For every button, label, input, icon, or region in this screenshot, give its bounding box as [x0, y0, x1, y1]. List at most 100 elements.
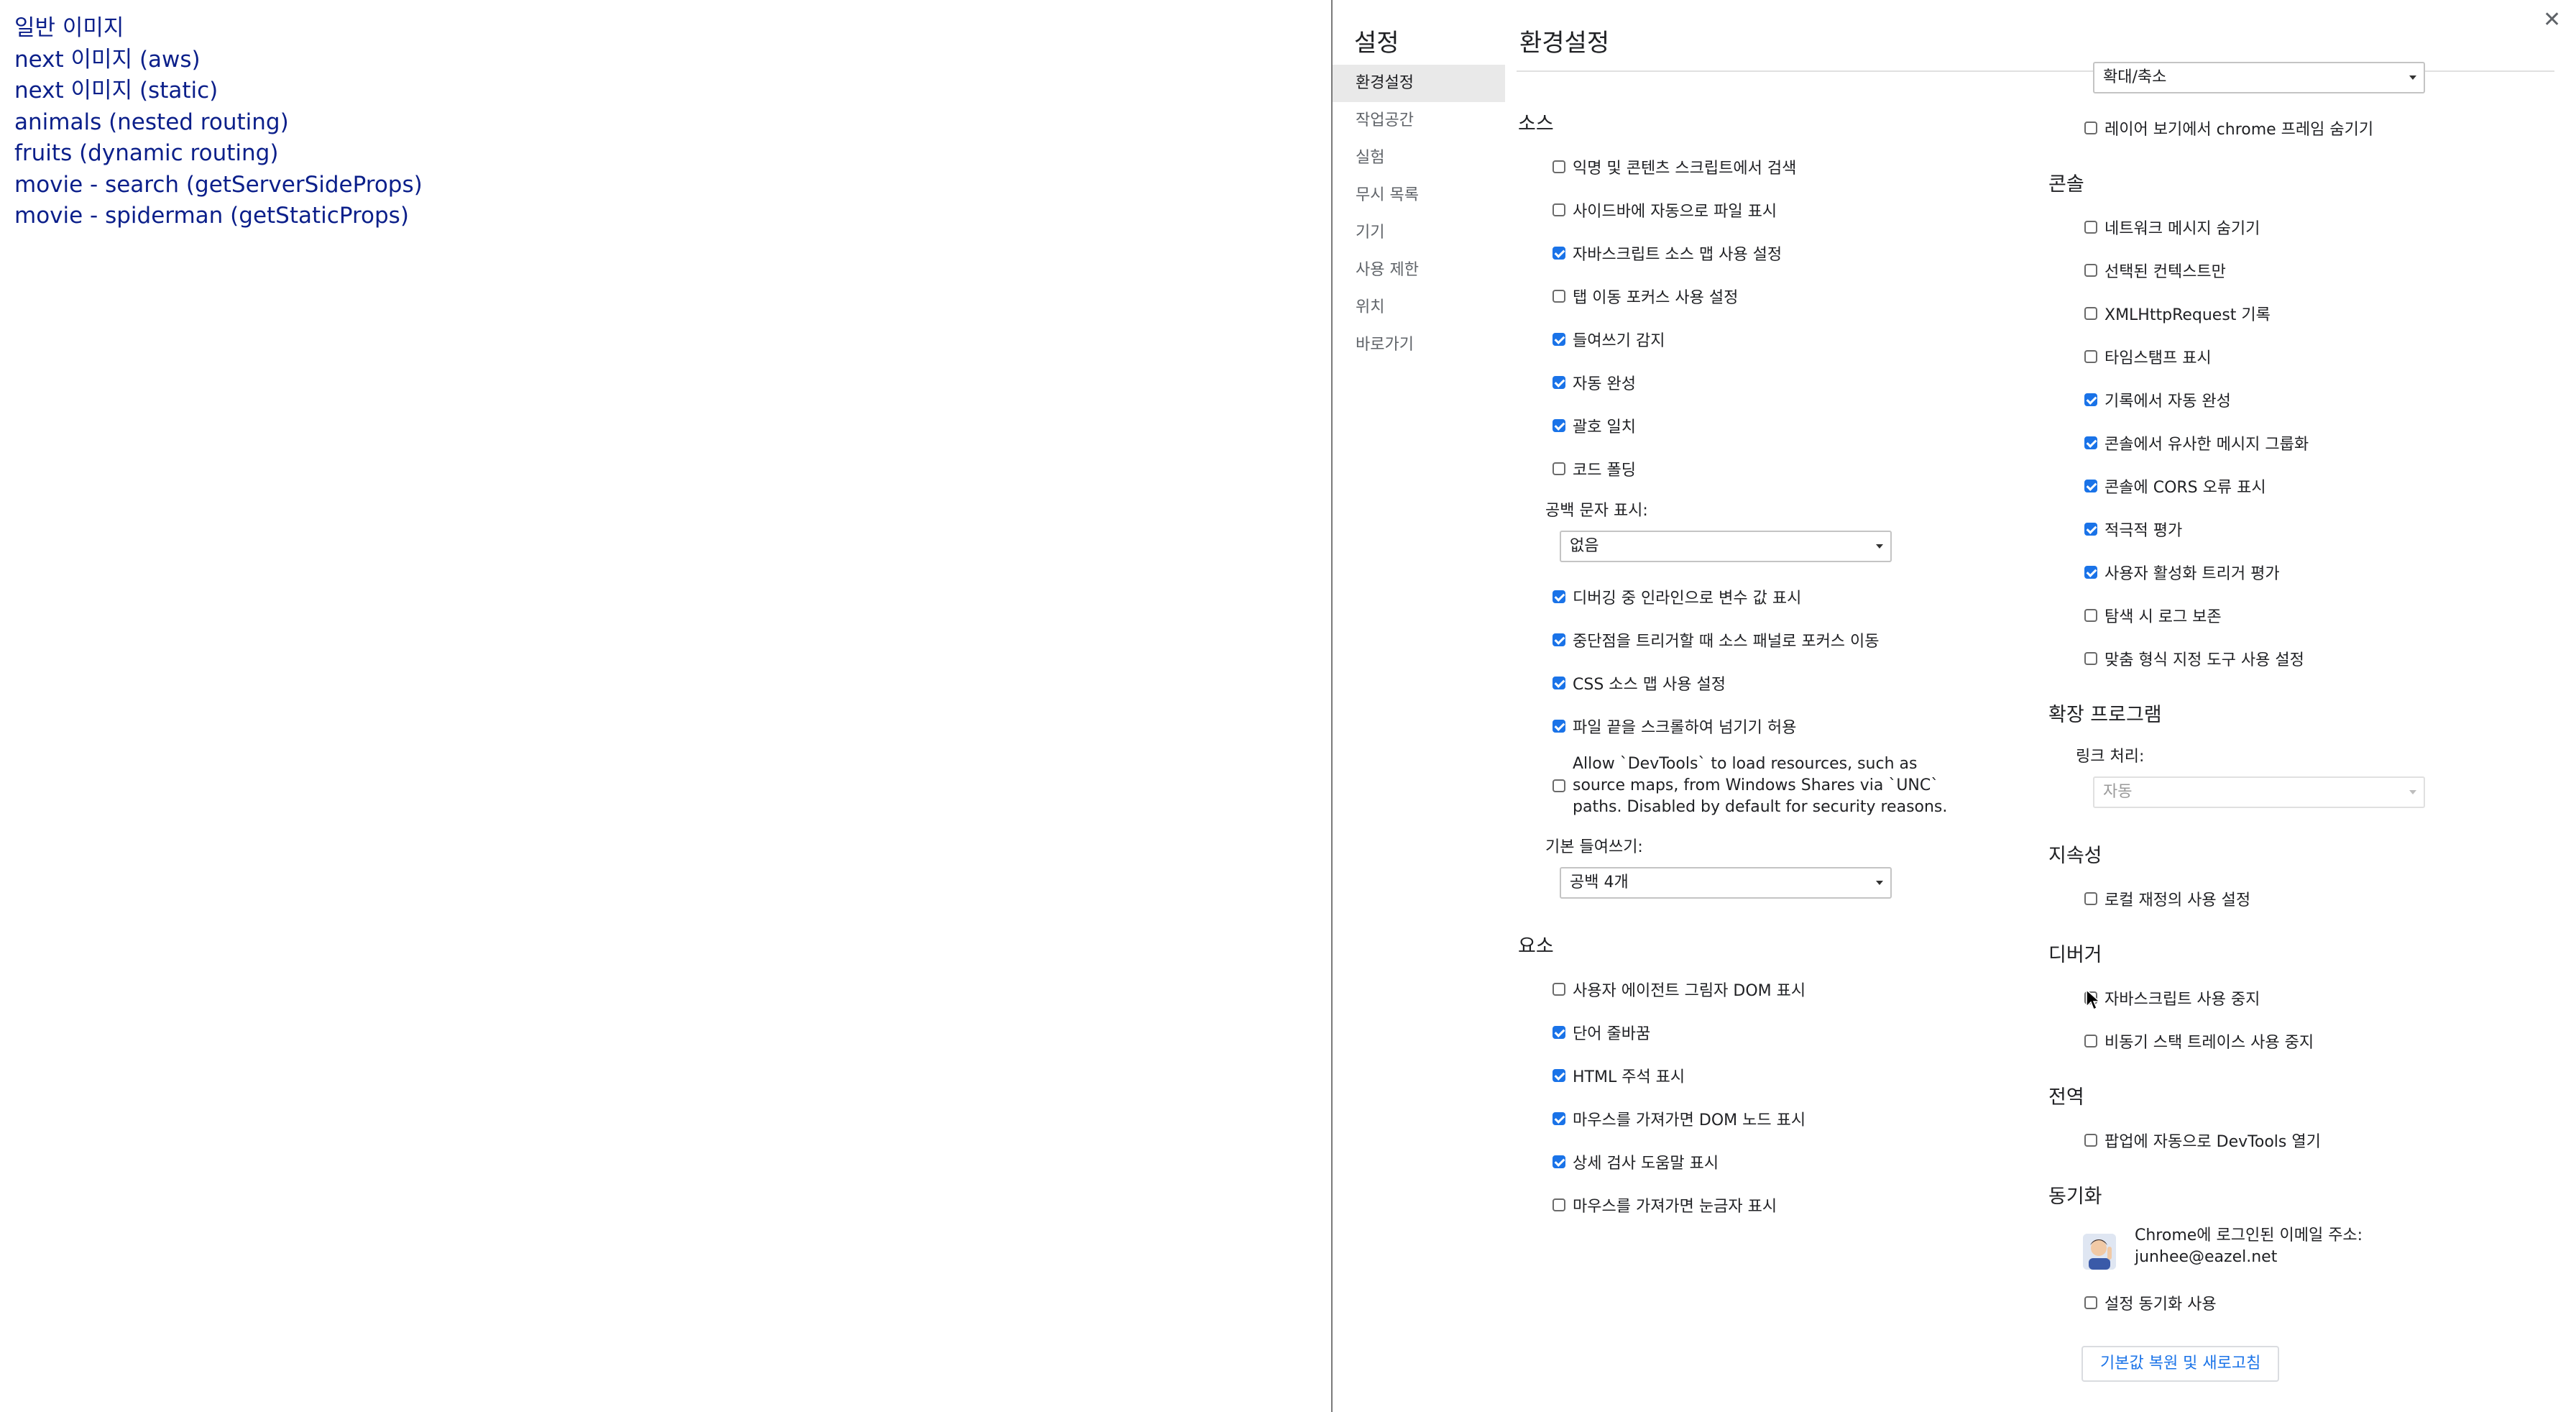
checkbox[interactable] [2084, 436, 2097, 449]
checkbox[interactable] [2084, 609, 2097, 622]
checkbox[interactable] [2084, 892, 2097, 905]
checkbox[interactable] [2084, 122, 2097, 134]
checkbox[interactable] [2084, 1296, 2097, 1309]
section-title-persistence: 지속성 [2048, 845, 2102, 867]
option-detect-indentation[interactable]: 들여쓰기 감지 [1552, 328, 1665, 351]
checkbox[interactable] [1552, 1198, 1565, 1211]
option-custom-formatters[interactable]: 맞춤 형식 지정 도구 사용 설정 [2084, 647, 2304, 670]
avatar [2083, 1234, 2116, 1270]
nav-item-shortcuts[interactable]: 바로가기 [1333, 326, 1505, 364]
option-hide-chrome-frame[interactable]: 레이어 보기에서 chrome 프레임 숨기기 [2084, 116, 2373, 139]
chevron-down-icon [1876, 881, 1883, 885]
checkbox[interactable] [1552, 160, 1565, 173]
checkbox[interactable] [1552, 1112, 1565, 1125]
option-show-timestamps[interactable]: 타임스탬프 표시 [2084, 345, 2212, 368]
checkbox[interactable] [2084, 523, 2097, 536]
option-auto-open-devtools-popups[interactable]: 팝업에 자동으로 DevTools 열기 [2084, 1129, 2321, 1152]
nav-item-ignore-list[interactable]: 무시 목록 [1333, 177, 1505, 214]
page-link-list: 일반 이미지 next 이미지 (aws) next 이미지 (static) … [14, 13, 423, 232]
option-search-anonymous-scripts[interactable]: 익명 및 콘텐츠 스크립트에서 검색 [1552, 155, 1796, 178]
option-selected-context-only[interactable]: 선택된 컨텍스트만 [2084, 259, 2226, 282]
option-hide-network-messages[interactable]: 네트워크 메시지 숨기기 [2084, 216, 2260, 239]
checkbox[interactable] [1552, 1069, 1565, 1082]
link-fruits[interactable]: fruits (dynamic routing) [14, 138, 423, 170]
checkbox[interactable] [1552, 677, 1565, 689]
option-eager-evaluation[interactable]: 적극적 평가 [2084, 518, 2182, 541]
checkbox[interactable] [2084, 264, 2097, 277]
checkbox[interactable] [1552, 247, 1565, 260]
close-icon[interactable]: ✕ [2543, 6, 2561, 35]
link-next-image-aws[interactable]: next 이미지 (aws) [14, 45, 423, 76]
checkbox[interactable] [1552, 419, 1565, 432]
whitespace-select[interactable]: 없음 [1560, 531, 1892, 562]
checkbox[interactable] [2084, 221, 2097, 234]
option-user-activation-eval[interactable]: 사용자 활성화 트리거 평가 [2084, 561, 2280, 584]
option-code-folding[interactable]: 코드 폴딩 [1552, 457, 1636, 480]
checkbox[interactable] [1552, 290, 1565, 303]
checkbox[interactable] [2084, 1035, 2097, 1047]
chevron-down-icon [2409, 790, 2416, 794]
checkbox[interactable] [2084, 307, 2097, 320]
option-show-cors-errors[interactable]: 콘솔에 CORS 오류 표시 [2084, 475, 2266, 498]
link-general-image[interactable]: 일반 이미지 [14, 13, 423, 45]
option-tab-moves-focus[interactable]: 탭 이동 포커스 사용 설정 [1552, 285, 1738, 308]
option-bracket-matching[interactable]: 괄호 일치 [1552, 414, 1636, 437]
checkbox[interactable] [1552, 462, 1565, 475]
option-preserve-log[interactable]: 탐색 시 로그 보존 [2084, 604, 2222, 627]
sync-email: junhee@eazel.net [2135, 1248, 2278, 1266]
checkbox[interactable] [1552, 1026, 1565, 1039]
option-auto-reveal-files[interactable]: 사이드바에 자동으로 파일 표시 [1552, 198, 1777, 221]
nav-item-experiments[interactable]: 실험 [1333, 139, 1505, 177]
nav-item-locations[interactable]: 위치 [1333, 289, 1505, 326]
checkbox[interactable] [1552, 779, 1565, 792]
checkbox[interactable] [2084, 1134, 2097, 1147]
nav-item-preferences[interactable]: 환경설정 [1333, 65, 1505, 102]
option-reveal-dom-node-hover[interactable]: 마우스를 가져가면 DOM 노드 표시 [1552, 1107, 1806, 1130]
option-word-wrap[interactable]: 단어 줄바꿈 [1552, 1021, 1650, 1044]
default-indent-select[interactable]: 공백 4개 [1560, 867, 1892, 899]
checkbox[interactable] [1552, 1155, 1565, 1168]
checkbox[interactable] [2084, 350, 2097, 363]
option-disable-javascript[interactable]: 자바스크립트 사용 중지 [2084, 986, 2260, 1009]
link-animals[interactable]: animals (nested routing) [14, 107, 423, 139]
option-js-source-maps[interactable]: 자바스크립트 소스 맵 사용 설정 [1552, 242, 1782, 265]
checkbox[interactable] [1552, 983, 1565, 996]
default-indent-label: 기본 들여쓰기: [1545, 838, 1643, 856]
checkbox[interactable] [2084, 652, 2097, 665]
option-show-rulers-hover[interactable]: 마우스를 가져가면 눈금자 표시 [1552, 1193, 1777, 1216]
nav-item-workspace[interactable]: 작업공간 [1333, 102, 1505, 139]
nav-item-throttling[interactable]: 사용 제한 [1333, 252, 1505, 289]
link-movie-search[interactable]: movie - search (getServerSideProps) [14, 170, 423, 201]
nav-item-devices[interactable]: 기기 [1333, 214, 1505, 252]
option-show-html-comments[interactable]: HTML 주석 표시 [1552, 1064, 1685, 1087]
link-movie-spiderman[interactable]: movie - spiderman (getStaticProps) [14, 201, 423, 232]
option-inline-variable-values[interactable]: 디버깅 중 인라인으로 변수 값 표시 [1552, 585, 1801, 608]
option-settings-sync[interactable]: 설정 동기화 사용 [2084, 1291, 2217, 1314]
checkbox[interactable] [1552, 203, 1565, 216]
option-detailed-inspect-tooltip[interactable]: 상세 검사 도움말 표시 [1552, 1150, 1719, 1173]
option-log-xhr[interactable]: XMLHttpRequest 기록 [2084, 302, 2271, 325]
option-show-shadow-dom[interactable]: 사용자 에이전트 그림자 DOM 표시 [1552, 978, 1806, 1001]
checkbox[interactable] [1552, 590, 1565, 603]
section-title-global: 전역 [2048, 1086, 2084, 1109]
layers-zoom-select[interactable]: 확대/축소 [2093, 62, 2425, 93]
option-disable-async-stack[interactable]: 비동기 스택 트레이스 사용 중지 [2084, 1030, 2314, 1053]
checkbox[interactable] [1552, 720, 1565, 733]
checkbox[interactable] [2084, 393, 2097, 406]
checkbox[interactable] [1552, 333, 1565, 346]
option-scroll-past-end[interactable]: 파일 끝을 스크롤하여 넘기기 허용 [1552, 715, 1796, 738]
option-group-similar[interactable]: 콘솔에서 유사한 메시지 그룹화 [2084, 431, 2309, 454]
link-handling-select[interactable]: 자동 [2093, 776, 2425, 808]
checkbox[interactable] [2084, 566, 2097, 579]
option-focus-sources-on-breakpoint[interactable]: 중단점을 트리거할 때 소스 패널로 포커스 이동 [1552, 628, 1880, 651]
restore-defaults-button[interactable]: 기본값 복원 및 새로고침 [2082, 1346, 2280, 1382]
option-css-source-maps[interactable]: CSS 소스 맵 사용 설정 [1552, 671, 1726, 694]
link-next-image-static[interactable]: next 이미지 (static) [14, 75, 423, 107]
option-unc-resources[interactable]: Allow `DevTools` to load resources, such… [1552, 753, 1947, 818]
checkbox[interactable] [1552, 633, 1565, 646]
option-local-overrides[interactable]: 로컬 재정의 사용 설정 [2084, 887, 2250, 910]
checkbox[interactable] [2084, 480, 2097, 492]
option-autocompletion[interactable]: 자동 완성 [1552, 371, 1636, 394]
option-autocomplete-history[interactable]: 기록에서 자동 완성 [2084, 388, 2231, 411]
checkbox[interactable] [1552, 376, 1565, 389]
